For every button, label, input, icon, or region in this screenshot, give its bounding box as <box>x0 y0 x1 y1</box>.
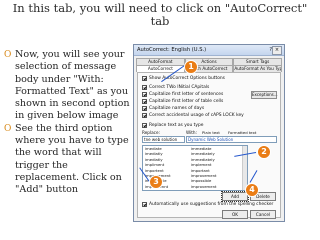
replace-label: Replace: <box>142 130 160 135</box>
tab-row-2: AutoCorrect Math AutoCorrect AutoFormat … <box>134 65 284 72</box>
callout-4: 4 <box>245 183 259 197</box>
checkbox-label: Correct accidental usage of cAPS LOCK ke… <box>149 113 244 118</box>
replace-input[interactable]: tne web solution <box>142 136 185 143</box>
checkbox-icon <box>142 85 147 90</box>
dialog-titlebar: AutoCorrect: English (U.S.) ? × <box>134 45 284 56</box>
checkbox-icon <box>142 76 147 81</box>
with-input[interactable]: Dynamic Web Solution <box>186 136 277 143</box>
close-icon[interactable]: × <box>272 46 282 55</box>
callout-2: 2 <box>257 145 271 159</box>
checkbox-label: Capitalize first letter of table cells <box>149 99 224 104</box>
checkbox-label: Automatically use suggestions from the s… <box>149 202 274 207</box>
checkbox-label: Capitalize names of days <box>149 106 205 111</box>
tab-autoformat[interactable]: AutoFormat <box>136 58 185 65</box>
ok-button[interactable]: OK <box>222 210 248 219</box>
exceptions-button[interactable]: Exceptions... <box>251 91 278 99</box>
two-initial-caps-checkbox[interactable]: Correct TWo INitial CApitals <box>142 85 209 90</box>
first-letter-sentences-checkbox[interactable]: Capitalize first letter of sentences <box>142 92 223 97</box>
caps-lock-checkbox[interactable]: Correct accidental usage of cAPS LOCK ke… <box>142 113 244 118</box>
callout-3: 3 <box>149 175 163 189</box>
checkbox-label: Correct TWo INitial CApitals <box>149 85 210 90</box>
cancel-button[interactable]: Cancel <box>250 210 276 219</box>
checkbox-label: Capitalize first letter of sentences <box>149 92 224 97</box>
add-button[interactable]: Add <box>221 191 249 202</box>
list-item-to: improvement <box>191 183 217 189</box>
tab-smart-tags[interactable]: Smart Tags <box>233 58 283 65</box>
bullet-text: Now, you will see your selection of mess… <box>15 49 130 122</box>
bullet-icon: O <box>4 50 12 60</box>
formatted-text-radio[interactable]: Formatted text <box>228 130 256 135</box>
with-label: With: <box>186 130 197 135</box>
replace-as-you-type-checkbox[interactable]: Replace text as you type <box>142 123 203 128</box>
bullet-item: O Now, you will see your selection of me… <box>4 49 132 123</box>
names-of-days-checkbox[interactable]: Capitalize names of days <box>142 106 204 111</box>
show-options-checkbox[interactable]: Show AutoCorrect Options buttons <box>142 76 225 81</box>
checkbox-icon <box>142 92 147 97</box>
checkbox-icon <box>142 99 147 104</box>
checkbox-icon <box>142 106 147 111</box>
callout-1: 1 <box>184 60 198 74</box>
first-letter-table-cells-checkbox[interactable]: Capitalize first letter of table cells <box>142 99 223 104</box>
checkbox-icon <box>142 123 147 128</box>
autocorrect-panel: Show AutoCorrect Options buttons Correct… <box>137 72 281 219</box>
checkbox-label: Replace text as you type <box>149 123 204 128</box>
slide-title: In this tab, you will need to click on "… <box>12 1 308 28</box>
plain-text-radio[interactable]: Plain text <box>202 130 220 135</box>
bullet-list: O Now, you will see your selection of me… <box>4 49 132 197</box>
checkbox-icon <box>142 113 147 118</box>
dialog-title: AutoCorrect: English (U.S.) <box>137 47 207 53</box>
bullet-icon: O <box>4 123 12 134</box>
spelling-suggestions-checkbox[interactable]: Automatically use suggestions from the s… <box>142 202 273 207</box>
checkbox-icon <box>142 202 147 207</box>
tab-autoformat-as-you-type[interactable]: AutoFormat As You Type <box>233 65 283 72</box>
bullet-item: O See the third option where you have to… <box>4 123 132 197</box>
tab-row-1: AutoFormat Actions Smart Tags <box>134 58 284 65</box>
autocorrect-dialog: AutoCorrect: English (U.S.) ? × AutoForm… <box>133 44 285 222</box>
bullet-text: See the third option where you have to t… <box>15 122 129 196</box>
